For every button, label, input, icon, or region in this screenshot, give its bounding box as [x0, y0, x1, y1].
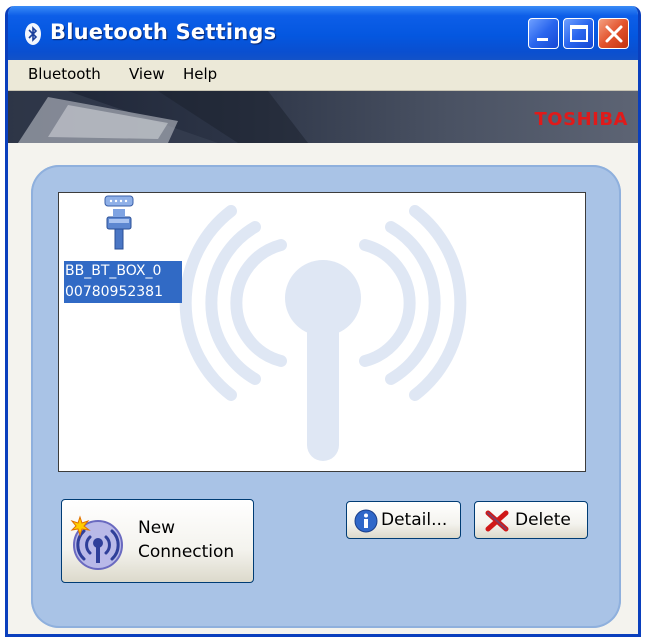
minimize-button[interactable]	[528, 18, 559, 49]
delete-button[interactable]: Delete	[474, 501, 588, 539]
window-title: Bluetooth Settings	[50, 20, 277, 44]
serial-port-device-icon	[104, 195, 134, 250]
detail-button[interactable]: Detail...	[346, 501, 461, 539]
wireless-antenna-watermark	[179, 205, 467, 461]
red-x-icon	[485, 510, 509, 532]
title-bar[interactable]: Bluetooth Settings	[8, 6, 638, 60]
close-button[interactable]	[598, 18, 629, 49]
device-name-line2: 00780952381	[65, 284, 163, 300]
new-connection-antenna-icon	[70, 515, 123, 570]
maximize-icon	[570, 25, 588, 42]
menu-view[interactable]: View	[129, 65, 165, 83]
menu-bar: Bluetooth View Help	[8, 60, 638, 91]
minimize-icon	[537, 38, 548, 41]
info-icon	[354, 509, 378, 533]
bluetooth-icon	[25, 23, 41, 45]
close-icon	[605, 25, 623, 43]
new-connection-button[interactable]: New Connection	[61, 499, 254, 583]
menu-bluetooth[interactable]: Bluetooth	[28, 65, 101, 83]
maximize-button[interactable]	[563, 18, 594, 49]
detail-label: Detail...	[381, 510, 448, 530]
menu-help[interactable]: Help	[183, 65, 217, 83]
brand-logo: TOSHIBA	[534, 109, 628, 130]
device-name-line1: BB_BT_BOX_0	[65, 263, 162, 279]
header-banner: TOSHIBA	[8, 91, 638, 143]
new-connection-label-line2: Connection	[138, 542, 235, 562]
device-list[interactable]: BB_BT_BOX_0 00780952381	[58, 192, 586, 472]
delete-label: Delete	[515, 510, 571, 530]
device-item[interactable]: BB_BT_BOX_0 00780952381	[64, 261, 182, 303]
new-connection-label-line1: New	[138, 518, 176, 538]
